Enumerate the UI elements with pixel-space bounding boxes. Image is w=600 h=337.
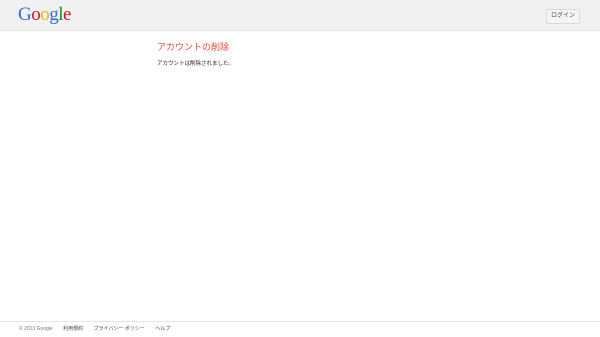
logo-letter-g2: g — [49, 4, 59, 25]
logo-letter-e: e — [63, 4, 71, 25]
copyright-text: © 2013 Google — [19, 326, 53, 332]
login-button[interactable]: ログイン — [545, 9, 580, 24]
main-content: アカウントの削除 アカウントは削除されました。 — [157, 41, 557, 68]
logo-letter-o1: o — [31, 4, 41, 25]
google-logo[interactable]: Google — [18, 4, 71, 26]
footer: © 2013 Google 利用規約 プライバシー ポリシー ヘルプ — [0, 321, 600, 337]
header-bar: Google ログイン — [0, 0, 600, 31]
page: Google ログイン アカウントの削除 アカウントは削除されました。 © 20… — [0, 0, 600, 337]
logo-letter-o2: o — [40, 4, 50, 25]
footer-link-terms[interactable]: 利用規約 — [63, 326, 83, 332]
deletion-message: アカウントは削除されました。 — [157, 61, 235, 67]
footer-link-privacy[interactable]: プライバシー ポリシー — [94, 326, 145, 332]
logo-letter-g: G — [18, 4, 32, 25]
page-title: アカウントの削除 — [157, 42, 230, 52]
footer-link-help[interactable]: ヘルプ — [155, 326, 170, 332]
